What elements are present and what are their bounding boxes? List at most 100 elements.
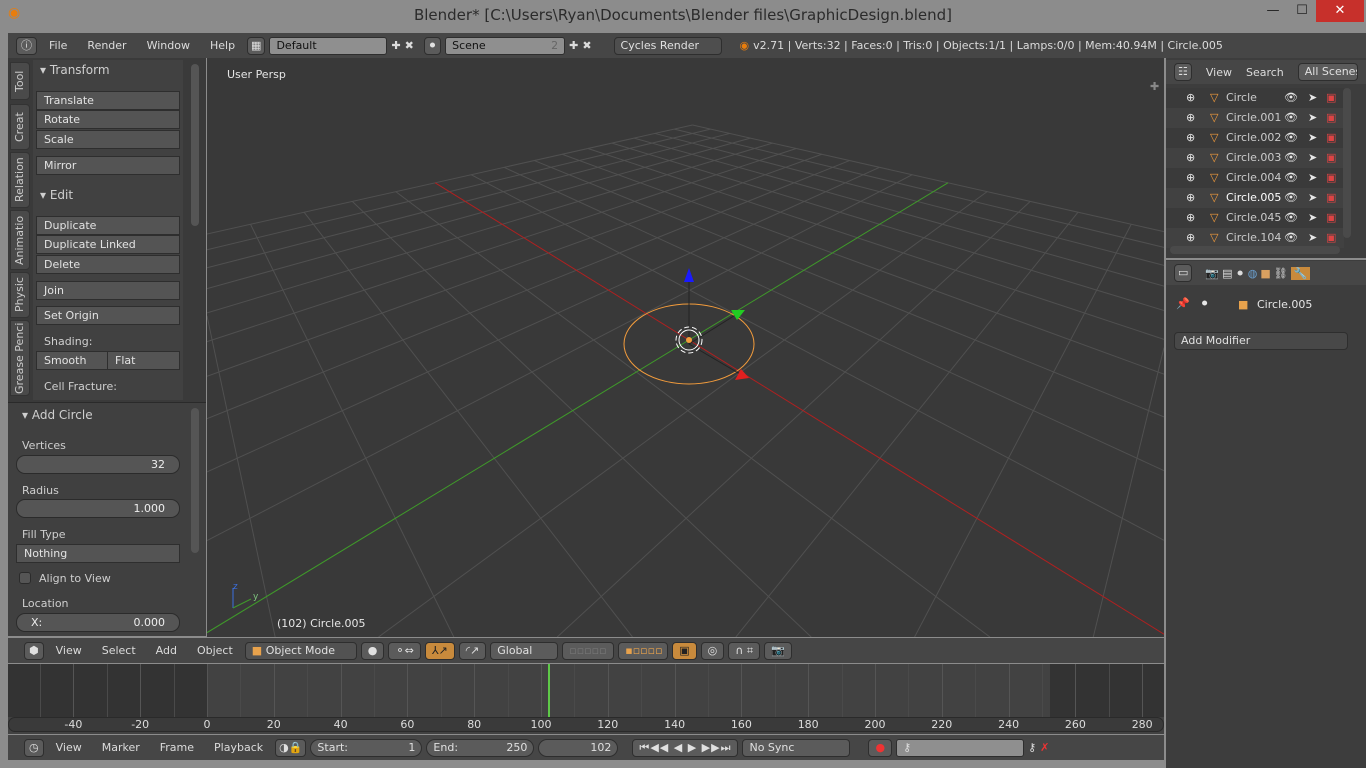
selectable-arrow-icon[interactable]: ➤ [1308, 228, 1317, 248]
outliner-item[interactable]: ⊕ ▽ Circle.002 👁 ➤ ▣ [1166, 128, 1344, 148]
add-scene-icon[interactable]: ✚ [569, 39, 578, 52]
editor-type-icon[interactable]: ⬢ [24, 641, 44, 660]
mode-dropdown[interactable]: ■ Object Mode [244, 641, 357, 660]
outliner-item-name[interactable]: Circle.002 [1226, 128, 1281, 148]
edit-panel-header[interactable]: ▾ Edit [40, 188, 73, 202]
vertices-field[interactable]: 32 [16, 455, 180, 474]
smooth-button[interactable]: Smooth [36, 351, 108, 370]
proportional-edit-icon[interactable]: ◎ [700, 641, 725, 660]
add-modifier-dropdown[interactable]: Add Modifier [1174, 332, 1348, 350]
start-frame-field[interactable]: Start: 1 [310, 738, 423, 757]
outliner-filter-dropdown[interactable]: All Scenes [1297, 63, 1358, 81]
menu-frame[interactable]: Frame [152, 741, 202, 754]
render-layers-tab-icon[interactable]: ▤ [1222, 267, 1232, 280]
timeline[interactable] [8, 664, 1164, 734]
outliner-menu-view[interactable]: View [1206, 66, 1232, 79]
renderable-camera-icon[interactable]: ▣ [1326, 208, 1336, 228]
location-x-field[interactable]: X: 0.000 [16, 613, 180, 632]
current-frame-field[interactable]: 102 [538, 738, 619, 757]
object-tab-icon[interactable]: ■ [1260, 267, 1270, 280]
preview-range-icon[interactable]: ◑🔒 [275, 738, 307, 757]
pivot-point-icon[interactable]: ⚬⇔ [388, 641, 421, 660]
expand-icon[interactable]: ⊕ [1186, 148, 1195, 168]
outliner-item[interactable]: ⊕ ▽ Circle.005 👁 ➤ ▣ [1166, 188, 1344, 208]
toolshelf-scrollbar[interactable] [191, 64, 199, 226]
expand-icon[interactable]: ⊕ [1186, 208, 1195, 228]
outliner-item-name[interactable]: Circle [1226, 88, 1257, 108]
radius-field[interactable]: 1.000 [16, 499, 180, 518]
manipulator-toggle-icon[interactable]: ⅄↗ [424, 641, 455, 660]
menu-view[interactable]: View [48, 644, 90, 657]
selectable-arrow-icon[interactable]: ➤ [1308, 148, 1317, 168]
duplicate-linked-button[interactable]: Duplicate Linked [36, 235, 180, 254]
expand-icon[interactable]: ⊕ [1186, 108, 1195, 128]
menu-help[interactable]: Help [202, 39, 243, 52]
timeline-editor-icon[interactable]: ◷ [24, 738, 44, 757]
outliner-item[interactable]: ⊕ ▽ Circle.003 👁 ➤ ▣ [1166, 148, 1344, 168]
visibility-eye-icon[interactable]: 👁 [1284, 108, 1298, 128]
join-button[interactable]: Join [36, 281, 180, 300]
sync-dropdown[interactable]: No Sync [742, 738, 851, 757]
outliner-item[interactable]: ⊕ ▽ Circle.104 👁 ➤ ▣ [1166, 228, 1344, 248]
scene-icon[interactable]: ⚫ [423, 36, 442, 55]
outliner-item[interactable]: ⊕ ▽ Circle.001 👁 ➤ ▣ [1166, 108, 1344, 128]
flat-button[interactable]: Flat [107, 351, 180, 370]
render-tab-icon[interactable]: 📷 [1205, 267, 1219, 280]
outliner-item-name[interactable]: Circle.004 [1226, 168, 1281, 188]
record-icon[interactable]: ● [868, 738, 893, 757]
selectable-arrow-icon[interactable]: ➤ [1308, 208, 1317, 228]
renderable-camera-icon[interactable]: ▣ [1326, 88, 1336, 108]
selectable-arrow-icon[interactable]: ➤ [1308, 168, 1317, 188]
world-tab-icon[interactable]: ◍ [1248, 267, 1258, 280]
outliner-editor-icon[interactable]: ☷ [1174, 63, 1192, 81]
info-editor-icon[interactable]: ⓘ [16, 36, 37, 55]
tab-tool[interactable]: Tool [10, 62, 30, 100]
outliner-item[interactable]: ⊕ ▽ Circle.004 👁 ➤ ▣ [1166, 168, 1344, 188]
layers-group-1[interactable]: ▫▫▫▫▫ [562, 641, 615, 660]
outliner-item[interactable]: ⊕ ▽ Circle 👁 ➤ ▣ [1166, 88, 1344, 108]
expand-icon[interactable]: ⊕ [1186, 128, 1195, 148]
expand-icon[interactable]: ⊕ [1186, 228, 1195, 248]
menu-render[interactable]: Render [79, 39, 134, 52]
maximize-button[interactable]: ☐ [1287, 0, 1317, 22]
scene-tab-icon[interactable]: ⚫ [1236, 267, 1245, 280]
visibility-eye-icon[interactable]: 👁 [1284, 208, 1298, 228]
visibility-eye-icon[interactable]: 👁 [1284, 128, 1298, 148]
mirror-button[interactable]: Mirror [36, 156, 180, 175]
renderable-camera-icon[interactable]: ▣ [1326, 188, 1336, 208]
outliner-item[interactable]: ⊕ ▽ Circle.045 👁 ➤ ▣ [1166, 208, 1344, 228]
tab-create[interactable]: Creat [10, 104, 30, 150]
set-origin-dropdown[interactable]: Set Origin [36, 306, 180, 325]
add-layout-icon[interactable]: ✚ [391, 39, 400, 52]
renderable-camera-icon[interactable]: ▣ [1326, 148, 1336, 168]
delete-keyframe-icon[interactable]: ✗ [1040, 741, 1049, 754]
playback-controls[interactable]: ⏮◀◀ ◀ ▶ ▶▶⏭ [632, 738, 739, 757]
pin-icon[interactable]: 📌 [1176, 297, 1190, 310]
constraints-tab-icon[interactable]: ⛓ [1274, 267, 1288, 280]
renderable-camera-icon[interactable]: ▣ [1326, 228, 1336, 248]
translate-button[interactable]: Translate [36, 91, 180, 110]
visibility-eye-icon[interactable]: 👁 [1284, 88, 1298, 108]
rotate-manipulator-icon[interactable]: ◜↗ [458, 641, 487, 660]
renderable-camera-icon[interactable]: ▣ [1326, 128, 1336, 148]
selectable-arrow-icon[interactable]: ➤ [1308, 88, 1317, 108]
render-engine-dropdown[interactable]: Cycles Render [613, 36, 722, 55]
transform-panel-header[interactable]: ▾ Transform [40, 63, 110, 77]
render-icon[interactable]: 📷 [764, 641, 792, 660]
viewport-shading-icon[interactable]: ● [360, 641, 385, 660]
properties-editor-icon[interactable]: ▭ [1174, 264, 1193, 282]
outliner-menu-search[interactable]: Search [1246, 66, 1284, 79]
outliner-hscrollbar[interactable] [1170, 246, 1340, 254]
3d-viewport[interactable]: zy [207, 58, 1164, 637]
delete-button[interactable]: Delete [36, 255, 180, 274]
lock-camera-icon[interactable]: ▣ [672, 641, 697, 660]
tab-grease-pencil[interactable]: Grease Penci [10, 320, 30, 396]
menu-file[interactable]: File [41, 39, 75, 52]
menu-object[interactable]: Object [189, 644, 241, 657]
renderable-camera-icon[interactable]: ▣ [1326, 108, 1336, 128]
tab-physics[interactable]: Physic [10, 272, 30, 318]
duplicate-button[interactable]: Duplicate [36, 216, 180, 235]
timeline-scrollbar[interactable] [8, 717, 1164, 732]
current-frame-indicator[interactable] [547, 664, 550, 717]
menu-marker[interactable]: Marker [94, 741, 148, 754]
